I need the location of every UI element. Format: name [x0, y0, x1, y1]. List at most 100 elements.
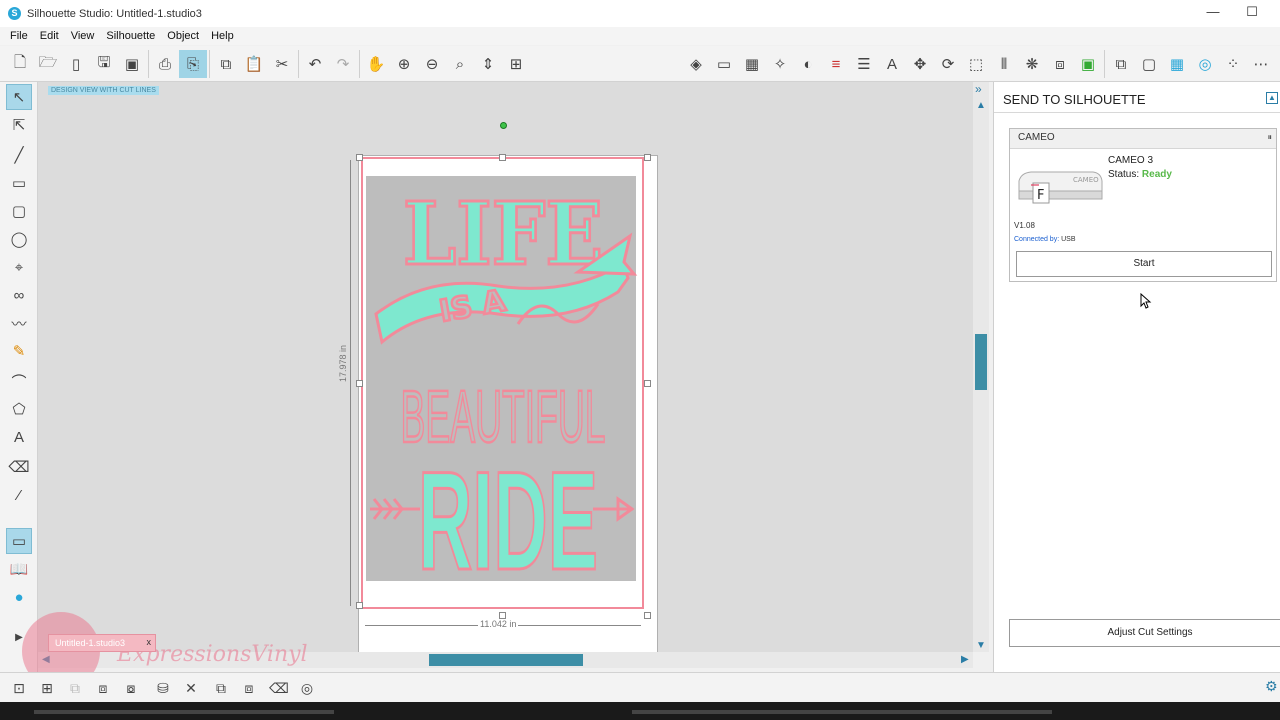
rotation-handle[interactable] [500, 122, 507, 129]
curve-draw-icon[interactable]: ∞ [6, 282, 32, 308]
fill-color-icon[interactable]: ◐ [794, 50, 822, 78]
line-style-icon[interactable]: ☰ [850, 50, 878, 78]
select-tool-icon[interactable]: ↖ [6, 84, 32, 110]
cut-scissors-icon[interactable]: ✂ [268, 50, 296, 78]
align-icon[interactable]: ⫴ [990, 50, 1018, 78]
pause-icon[interactable]: ⏸ [1267, 132, 1272, 143]
modify-icon[interactable]: ⧈ [1046, 50, 1074, 78]
close-tab-icon[interactable]: x [147, 637, 152, 647]
scroll-left-icon[interactable]: ◀ [42, 654, 50, 665]
eraser-icon[interactable]: ⌫ [266, 675, 292, 701]
pan-hand-icon[interactable]: ✋ [362, 50, 390, 78]
menu-view[interactable]: View [65, 30, 101, 42]
open-folder-icon[interactable]: 🗁 [34, 50, 62, 78]
object-info-icon[interactable]: ⛁ [150, 675, 176, 701]
expand-tabs-icon[interactable]: ▶ [6, 624, 32, 650]
new-document-icon[interactable]: 🗋 [6, 50, 34, 78]
zoom-in-icon[interactable]: ⊕ [390, 50, 418, 78]
save-icon[interactable]: 🖫 [90, 50, 118, 78]
resize-handle-br[interactable] [644, 612, 651, 619]
resize-handle-left[interactable] [356, 380, 363, 387]
copy-icon[interactable]: ⧉ [212, 50, 240, 78]
page-setup-icon[interactable]: ▭ [710, 50, 738, 78]
line-color-icon[interactable]: ≡ [822, 50, 850, 78]
text-style-icon[interactable]: A [878, 50, 906, 78]
polygon-draw-icon[interactable]: ⌖ [6, 254, 32, 280]
send-to-back-icon[interactable]: ⧈ [236, 675, 262, 701]
resize-handle-right[interactable] [644, 380, 651, 387]
more-icon[interactable]: ⋯ [1247, 50, 1275, 78]
release-compound-icon[interactable]: ⧈ [90, 675, 116, 701]
library-grid-icon[interactable]: ▦ [1163, 50, 1191, 78]
resize-handle-top[interactable] [499, 154, 506, 161]
menu-help[interactable]: Help [205, 30, 240, 42]
vertical-scrollbar[interactable]: ▲ ▼ [973, 82, 989, 652]
resize-handle-tl[interactable] [356, 154, 363, 161]
maximize-button[interactable]: ☐ [1237, 4, 1267, 22]
scroll-up-icon[interactable]: ▲ [975, 100, 987, 112]
design-page-icon[interactable]: ◈ [682, 50, 710, 78]
adjust-cut-settings-button[interactable]: Adjust Cut Settings [1009, 619, 1280, 647]
library-icon[interactable]: ▯ [62, 50, 90, 78]
offset-rings-icon[interactable]: ◎ [294, 675, 320, 701]
line-tool-icon[interactable]: ╱ [6, 142, 32, 168]
registration-icon[interactable]: ✧ [766, 50, 794, 78]
zoom-select-icon[interactable]: ⌕ [446, 50, 474, 78]
horizontal-scrollbar[interactable]: ◀ ▶ [38, 652, 973, 668]
design-canvas[interactable]: DESIGN VIEW WITH CUT LINES 17.978 in 11.… [38, 82, 973, 652]
group-icon[interactable]: ⊡ [6, 675, 32, 701]
paste-icon[interactable]: 📋 [240, 50, 268, 78]
collapse-panel-icon[interactable]: » [975, 82, 982, 96]
menu-file[interactable]: File [4, 30, 34, 42]
freehand-icon[interactable]: 〰 [6, 310, 32, 336]
zoom-out-icon[interactable]: ⊖ [418, 50, 446, 78]
compound-path-icon[interactable]: ⧉ [62, 675, 88, 701]
rounded-rectangle-icon[interactable]: ▢ [6, 198, 32, 224]
menu-edit[interactable]: Edit [34, 30, 65, 42]
fit-to-page-icon[interactable]: ⊞ [502, 50, 530, 78]
print-icon[interactable]: ⎙ [151, 50, 179, 78]
smooth-freehand-icon[interactable]: ✎ [6, 338, 32, 364]
save-to-library-icon[interactable]: ▣ [118, 50, 146, 78]
ungroup-icon[interactable]: ⊞ [34, 675, 60, 701]
rectangle-tool-icon[interactable]: ▭ [6, 170, 32, 196]
knife-tool-icon[interactable]: ⁄ [6, 482, 32, 508]
menu-object[interactable]: Object [161, 30, 205, 42]
replicate-icon[interactable]: ❋ [1018, 50, 1046, 78]
vertical-scroll-thumb[interactable] [975, 334, 987, 390]
panel-toggle-icon[interactable]: ▲ [1266, 92, 1278, 104]
text-tool-icon[interactable]: A [6, 424, 32, 450]
layers-icon[interactable]: ▢ [1135, 50, 1163, 78]
menu-silhouette[interactable]: Silhouette [100, 30, 161, 42]
minimize-button[interactable]: — [1198, 4, 1228, 22]
offset-icon[interactable]: ▣ [1074, 50, 1102, 78]
weld-icon[interactable]: ⧇ [118, 675, 144, 701]
rotate-icon[interactable]: ⟳ [934, 50, 962, 78]
document-tab[interactable]: Untitled-1.studio3 x [48, 634, 156, 652]
eraser-tool-icon[interactable]: ⌫ [6, 454, 32, 480]
send-to-silhouette-icon[interactable]: ⎘ [179, 50, 207, 78]
scale-icon[interactable]: ⬚ [962, 50, 990, 78]
start-button[interactable]: Start [1016, 251, 1272, 277]
scroll-right-icon[interactable]: ▶ [961, 654, 969, 665]
undo-icon[interactable]: ↶ [301, 50, 329, 78]
library-book-icon[interactable]: 📖 [6, 556, 32, 582]
scroll-down-icon[interactable]: ▼ [975, 640, 987, 652]
send-panel-icon[interactable]: ◎ [1191, 50, 1219, 78]
design-page-icon[interactable]: ▭ [6, 528, 32, 554]
resize-handle-bl[interactable] [356, 602, 363, 609]
trace-icon[interactable]: ⧉ [1107, 50, 1135, 78]
life-is-a-beautiful-ride-design[interactable]: LIFE IS A BEAUTIFUL RIDE [368, 174, 638, 584]
drag-zoom-icon[interactable]: ⇕ [474, 50, 502, 78]
regular-polygon-icon[interactable]: ⬠ [6, 396, 32, 422]
bring-to-front-icon[interactable]: ⧉ [208, 675, 234, 701]
arc-tool-icon[interactable]: ⌒ [6, 368, 32, 394]
ellipse-tool-icon[interactable]: ◯ [6, 226, 32, 252]
redo-icon[interactable]: ↷ [329, 50, 357, 78]
edit-points-icon[interactable]: ⇱ [6, 112, 32, 138]
grid-icon[interactable]: ▦ [738, 50, 766, 78]
resize-handle-bottom[interactable] [499, 612, 506, 619]
delete-icon[interactable]: ✕ [178, 675, 204, 701]
horizontal-scroll-thumb[interactable] [429, 654, 583, 666]
transform-icon[interactable]: ✥ [906, 50, 934, 78]
